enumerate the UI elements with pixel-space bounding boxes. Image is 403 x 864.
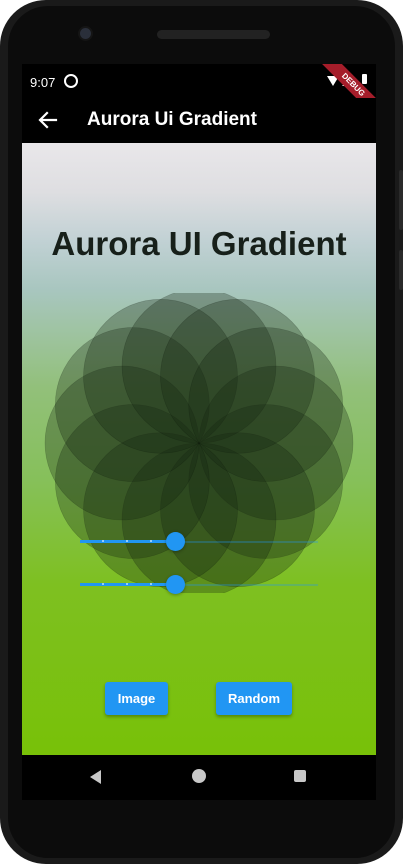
slider-1-thumb[interactable] [166, 532, 185, 551]
nav-recents-icon[interactable] [294, 770, 306, 782]
app-bar-title: Aurora Ui Gradient [87, 109, 257, 130]
front-camera [80, 28, 91, 39]
nav-back-icon[interactable] [90, 770, 101, 784]
slider-1[interactable] [80, 530, 318, 554]
slider-2-thumb[interactable] [166, 575, 185, 594]
slider-2-tick [150, 583, 152, 585]
earpiece-speaker [157, 30, 270, 39]
sync-icon [64, 74, 78, 88]
slider-1-tick [126, 540, 128, 542]
random-button[interactable]: Random [216, 682, 292, 715]
status-bar: 9:07 DEBUG [22, 64, 376, 129]
power-button [399, 250, 403, 290]
app-bar: Aurora Ui Gradient [22, 98, 376, 143]
phone-frame: 9:07 DEBUG Aurora Ui Gradient Aurora UI … [0, 0, 403, 864]
page-heading: Aurora UI Gradient [51, 225, 347, 262]
slider-2-tick [126, 583, 128, 585]
slider-1-tick [102, 540, 104, 542]
battery-icon [362, 74, 367, 84]
navigation-bar [22, 755, 376, 800]
slider-2-rest-track [175, 584, 318, 586]
slider-2[interactable] [80, 573, 318, 597]
slider-1-tick [150, 540, 152, 542]
screen: 9:07 DEBUG Aurora Ui Gradient Aurora UI … [22, 64, 376, 755]
nav-home-icon[interactable] [192, 769, 206, 783]
gradient-content: Aurora UI Gradient Image Random [22, 143, 376, 755]
status-time: 9:07 [30, 75, 56, 90]
image-button[interactable]: Image [105, 682, 168, 715]
volume-button [399, 170, 403, 230]
slider-1-rest-track [175, 541, 318, 543]
slider-2-tick [102, 583, 104, 585]
back-arrow-icon[interactable] [38, 110, 58, 130]
flower-petal-circle [188, 327, 343, 482]
